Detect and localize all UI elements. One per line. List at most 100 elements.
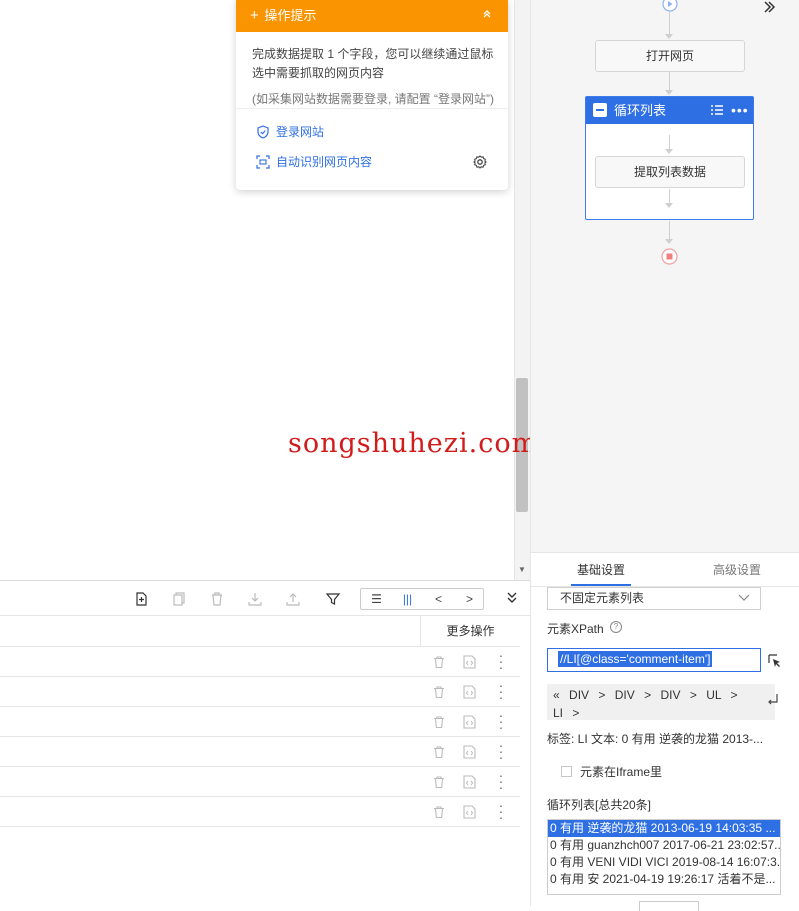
list-view-button[interactable]: ☰: [361, 590, 392, 608]
filter-icon[interactable]: [324, 590, 342, 608]
more-vertical-icon[interactable]: · · ·: [496, 738, 506, 764]
login-site-link[interactable]: 登录网站: [256, 123, 324, 140]
table-row[interactable]: · · ·: [0, 647, 520, 677]
tip-note: (如采集网站数据需要登录, 请配置 “登录网站”): [252, 92, 494, 106]
tip-title: 操作提示: [264, 8, 317, 23]
crumb-item[interactable]: UL: [706, 688, 721, 702]
scroll-down-arrow-icon[interactable]: ▼: [516, 564, 528, 576]
code-file-icon[interactable]: [462, 775, 478, 789]
chevron-right-icon: >: [572, 706, 580, 720]
flow-connector: [669, 189, 670, 203]
iframe-checkbox[interactable]: [561, 766, 572, 777]
more-ops-header: 更多操作: [420, 616, 520, 647]
collapse-minus-icon[interactable]: [593, 103, 607, 117]
extract-list-data-step[interactable]: 提取列表数据: [595, 156, 745, 188]
list-item[interactable]: 0 有用 逆袭的龙猫 2013-06-19 14:03:35 ...: [548, 820, 780, 837]
operation-tip-panel: + 操作提示 完成数据提取 1 个字段，您可以继续通过鼠标选中需要抓取的网页内容…: [236, 0, 508, 190]
download-icon[interactable]: [246, 590, 264, 608]
more-vertical-icon[interactable]: · · ·: [496, 798, 506, 824]
element-picker-icon[interactable]: [768, 654, 782, 668]
flow-connector: [669, 221, 670, 239]
flow-arrow: [665, 239, 673, 244]
flow-arrow: [665, 90, 673, 95]
open-page-step[interactable]: 打开网页: [595, 40, 745, 72]
tab-advanced-settings[interactable]: 高级设置: [713, 561, 761, 578]
prev-button[interactable]: <: [423, 590, 454, 608]
loop-header[interactable]: 循环列表 •••: [586, 97, 753, 124]
code-file-icon[interactable]: [462, 685, 478, 699]
list-icon[interactable]: [710, 103, 724, 117]
crumb-item[interactable]: LI: [553, 706, 563, 720]
loop-items-listbox[interactable]: 0 有用 逆袭的龙猫 2013-06-19 14:03:35 ... 0 有用 …: [547, 819, 781, 895]
copy-icon[interactable]: [170, 590, 188, 608]
loop-list-block[interactable]: 循环列表 ••• 提取列表数据: [585, 96, 754, 220]
xpath-input[interactable]: //LI[@class='comment-item']: [547, 648, 761, 672]
shield-icon: [257, 125, 269, 139]
element-list-type-select[interactable]: 不固定元素列表: [547, 587, 761, 610]
chevron-right-icon: >: [644, 688, 652, 702]
element-breadcrumb: « DIV > DIV > DIV > UL > LI >: [547, 684, 775, 720]
flow-arrow: [665, 203, 673, 208]
iframe-label: 元素在Iframe里: [580, 765, 663, 779]
delete-icon[interactable]: [432, 655, 446, 669]
table-row[interactable]: · · ·: [0, 707, 520, 737]
list-item[interactable]: 0 有用 guanzhch007 2017-06-21 23:02:57...: [548, 837, 780, 854]
auto-detect-link[interactable]: 自动识别网页内容: [256, 153, 372, 170]
more-dots-icon[interactable]: •••: [731, 97, 749, 124]
table-row[interactable]: · · ·: [0, 737, 520, 767]
flow-connector: [669, 135, 670, 149]
plus-icon: +: [250, 7, 259, 24]
double-chevron-left-icon[interactable]: «: [553, 688, 560, 702]
return-icon[interactable]: [767, 693, 779, 705]
list-item[interactable]: 0 有用 安 2021-04-19 19:26:17 活着不是...: [548, 871, 780, 888]
delete-icon[interactable]: [432, 805, 446, 819]
help-icon[interactable]: ?: [610, 621, 622, 633]
add-page-icon[interactable]: [132, 590, 150, 608]
table-row[interactable]: · · ·: [0, 797, 520, 827]
delete-icon[interactable]: [208, 590, 226, 608]
tab-basic-settings[interactable]: 基础设置: [577, 561, 625, 578]
crumb-item[interactable]: DIV: [615, 688, 635, 702]
start-play-icon[interactable]: [660, 0, 680, 14]
delete-icon[interactable]: [432, 775, 446, 789]
list-item[interactable]: 0 有用 VENI VIDI VICI 2019-08-14 16:07:3..…: [548, 854, 780, 871]
view-nav-group: ☰ ||| < >: [360, 588, 484, 610]
xpath-label: 元素XPath: [547, 622, 604, 636]
chevron-right-icon: >: [598, 688, 606, 702]
more-vertical-icon[interactable]: · · ·: [496, 678, 506, 704]
loop-list-label: 循环列表[总共20条]: [547, 798, 652, 812]
next-button[interactable]: >: [454, 590, 485, 608]
xpath-value: //LI[@class='comment-item']: [558, 651, 713, 667]
code-file-icon[interactable]: [462, 745, 478, 759]
select-value: 不固定元素列表: [560, 591, 645, 605]
collapse-chevron-icon[interactable]: [480, 8, 494, 22]
delete-icon[interactable]: [432, 715, 446, 729]
table-row[interactable]: · · ·: [0, 767, 520, 797]
flow-connector: [669, 12, 670, 34]
double-chevron-down-icon[interactable]: [504, 590, 520, 608]
panel-button[interactable]: [639, 901, 699, 911]
code-file-icon[interactable]: [462, 655, 478, 669]
code-file-icon[interactable]: [462, 715, 478, 729]
tip-header[interactable]: + 操作提示: [236, 0, 508, 32]
divider: [236, 108, 508, 109]
delete-icon[interactable]: [432, 745, 446, 759]
table-row[interactable]: · · ·: [0, 677, 520, 707]
column-view-button[interactable]: |||: [392, 590, 423, 608]
more-vertical-icon[interactable]: · · ·: [496, 708, 506, 734]
code-file-icon[interactable]: [462, 805, 478, 819]
login-site-label: 登录网站: [276, 125, 325, 139]
upload-icon[interactable]: [284, 590, 302, 608]
expand-double-chevron-icon[interactable]: [762, 0, 780, 18]
crumb-item[interactable]: DIV: [660, 688, 680, 702]
flow-connector: [669, 72, 670, 90]
chevron-right-icon: >: [730, 688, 738, 702]
delete-icon[interactable]: [432, 685, 446, 699]
more-vertical-icon[interactable]: · · ·: [496, 648, 506, 674]
flow-arrow: [665, 149, 673, 154]
flow-arrow: [665, 34, 673, 39]
gear-icon[interactable]: [472, 154, 488, 170]
crumb-item[interactable]: DIV: [569, 688, 589, 702]
more-vertical-icon[interactable]: · · ·: [496, 768, 506, 794]
tip-text: 完成数据提取 1 个字段，您可以继续通过鼠标选中需要抓取的网页内容: [252, 47, 494, 80]
